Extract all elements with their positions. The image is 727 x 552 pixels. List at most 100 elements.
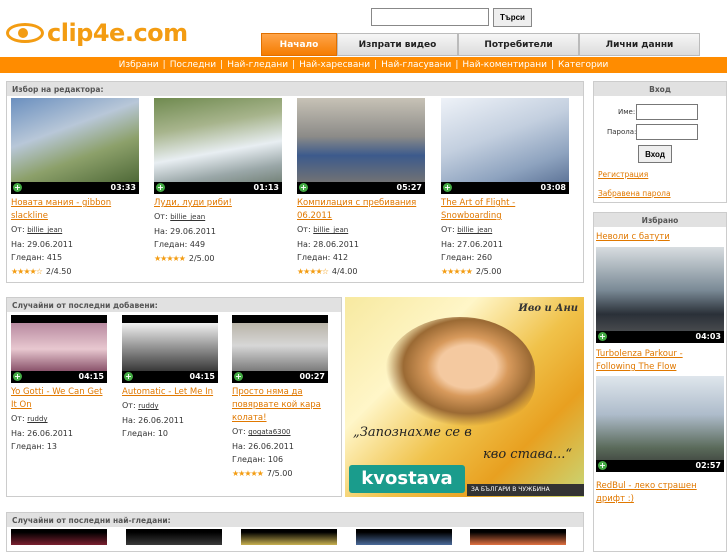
video-title[interactable]: RedBul - леко страшен дрифт :) [596,480,724,506]
video-author[interactable]: ruddy [27,415,47,423]
add-icon[interactable]: + [124,372,133,381]
video-thumbnail[interactable]: + 03:08 [441,98,569,194]
video-title[interactable]: Yo Gotti - We Can Get It On [11,386,107,412]
rating-stars: ★★★★★ [441,266,473,276]
subnav-latest[interactable]: Последни [166,60,220,70]
video-author[interactable]: billie_jean [313,226,348,234]
tab-upload-video[interactable]: Изпрати видео [337,33,458,56]
subnav-most-commented[interactable]: Най-коментирани [458,60,551,70]
video-thumbnail[interactable] [241,529,337,545]
add-icon[interactable]: + [299,183,308,192]
video-author[interactable]: ruddy [138,402,158,410]
video-date: На: 26.06.2011 [11,428,73,438]
rating-stars: ★★★★★ [232,468,264,478]
add-icon[interactable]: + [13,183,22,192]
video-card: + 00:27 Просто няма да повярвате кой кар… [232,315,328,480]
video-thumbnail[interactable]: + 03:33 [11,98,139,194]
search-input[interactable] [371,8,489,26]
featured-video: Turbolenza Parkour - Following The Flow … [596,348,724,472]
video-thumbnail[interactable]: + 02:57 [596,376,724,472]
video-title[interactable]: Turbolenza Parkour - Following The Flow [596,348,724,374]
search-button[interactable]: Търси [493,8,532,27]
video-title[interactable]: The Art of Flight - Snowboarding [441,197,569,223]
panel-heading: Случайни от последни най-гледани: [7,513,583,527]
sub-navigation: Избрани | Последни | Най-гледани | Най-харе… [0,57,727,73]
tab-profile[interactable]: Лични данни [579,33,700,56]
tab-users[interactable]: Потребители [458,33,579,56]
subnav-most-liked[interactable]: Най-харесвани [295,60,374,70]
by-label: От: [11,414,25,423]
by-label: От: [441,225,455,234]
video-thumbnail[interactable]: + 04:15 [11,315,107,383]
video-author[interactable]: billie_jean [457,226,492,234]
subnav-most-voted[interactable]: Най-гласувани [377,60,455,70]
video-thumbnail[interactable]: + 04:03 [596,247,724,343]
video-thumbnail[interactable] [356,529,452,545]
rating-value: 7/5.00 [266,468,293,478]
subnav-categories[interactable]: Категории [554,60,612,70]
video-card: + 03:08 The Art of Flight - Snowboarding… [441,98,569,278]
ad-slogan-line1: „Запознахме се в [353,425,472,440]
video-card: + 03:33 Новата мания - gibbon slackline … [11,98,139,278]
video-thumbnail[interactable]: + 01:13 [154,98,282,194]
by-label: От: [154,212,168,221]
video-title[interactable]: Неволи с батути [596,231,724,244]
duration: 03:08 [540,183,566,192]
video-thumbnail[interactable]: + 04:15 [122,315,218,383]
rating-value: 2/4.50 [45,266,72,276]
featured-video: RedBul - леко страшен дрифт :) [596,480,724,506]
video-thumbnail[interactable]: + 00:27 [232,315,328,383]
video-thumbnail[interactable]: + 05:27 [297,98,425,194]
add-icon[interactable]: + [13,372,22,381]
duration: 01:13 [253,183,279,192]
tab-home[interactable]: Начало [261,33,337,56]
video-title[interactable]: Луди, луди риби! [154,197,282,210]
video-card: + 01:13 Луди, луди риби! От: billie_jean… [154,98,282,265]
password-field[interactable] [636,124,698,140]
featured-video: Неволи с батути + 04:03 [596,231,724,343]
eye-icon [6,23,44,43]
add-icon[interactable]: + [234,372,243,381]
video-title[interactable]: Компилация с пребивания 06.2011 [297,197,425,223]
video-views: Гледан: 412 [297,253,349,262]
video-thumbnail[interactable] [470,529,566,545]
duration: 04:15 [78,372,104,381]
video-views: Гледан: 449 [154,240,206,249]
rating-value: 2/5.00 [188,253,215,263]
ad-corner-text: Иво и Ани [518,303,578,314]
video-author[interactable]: billie_jean [27,226,62,234]
subnav-featured[interactable]: Избрани [115,60,163,70]
forgot-password-link[interactable]: Забравена парола [598,189,671,198]
password-label: Парола: [607,128,637,136]
add-icon[interactable]: + [156,183,165,192]
video-date: На: 29.06.2011 [154,226,216,236]
video-date: На: 29.06.2011 [11,239,73,249]
add-icon[interactable]: + [598,461,607,470]
video-date: На: 28.06.2011 [297,239,359,249]
ad-slogan-line2: кво става...“ [483,447,573,462]
video-thumbnail[interactable] [11,529,107,545]
subnav-most-viewed[interactable]: Най-гледани [223,60,292,70]
video-title[interactable]: Новата мания - gibbon slackline [11,197,139,223]
username-field[interactable] [636,104,698,120]
video-views: Гледан: 10 [122,429,168,438]
ad-tagline: ЗА БЪЛГАРИ В ЧУЖБИНА [467,484,584,496]
video-author[interactable]: gogata6300 [248,428,290,436]
video-author[interactable]: billie_jean [170,213,205,221]
video-title[interactable]: Просто няма да повярвате кой кара колата… [232,386,328,425]
advertisement-banner[interactable]: Иво и Ани „Запознахме се в кво става...“… [345,297,584,497]
rating-stars: ★★★★☆ [11,266,43,276]
video-title[interactable]: Automatic - Let Me In [122,386,218,399]
add-icon[interactable]: + [598,332,607,341]
duration: 00:27 [299,372,325,381]
register-link[interactable]: Регистрация [598,170,648,179]
panel-heading: Избрано [594,213,726,227]
video-card: + 04:15 Yo Gotti - We Can Get It On От: … [11,315,107,454]
add-icon[interactable]: + [443,183,452,192]
login-button[interactable]: Вход [638,145,672,163]
panel-heading: Избор на редактора: [7,82,583,96]
duration: 02:57 [695,461,721,470]
video-thumbnail[interactable] [126,529,222,545]
site-logo[interactable]: clip4e.com [6,16,188,50]
main-tabs: Начало Изпрати видео Потребители Лични д… [261,33,700,56]
